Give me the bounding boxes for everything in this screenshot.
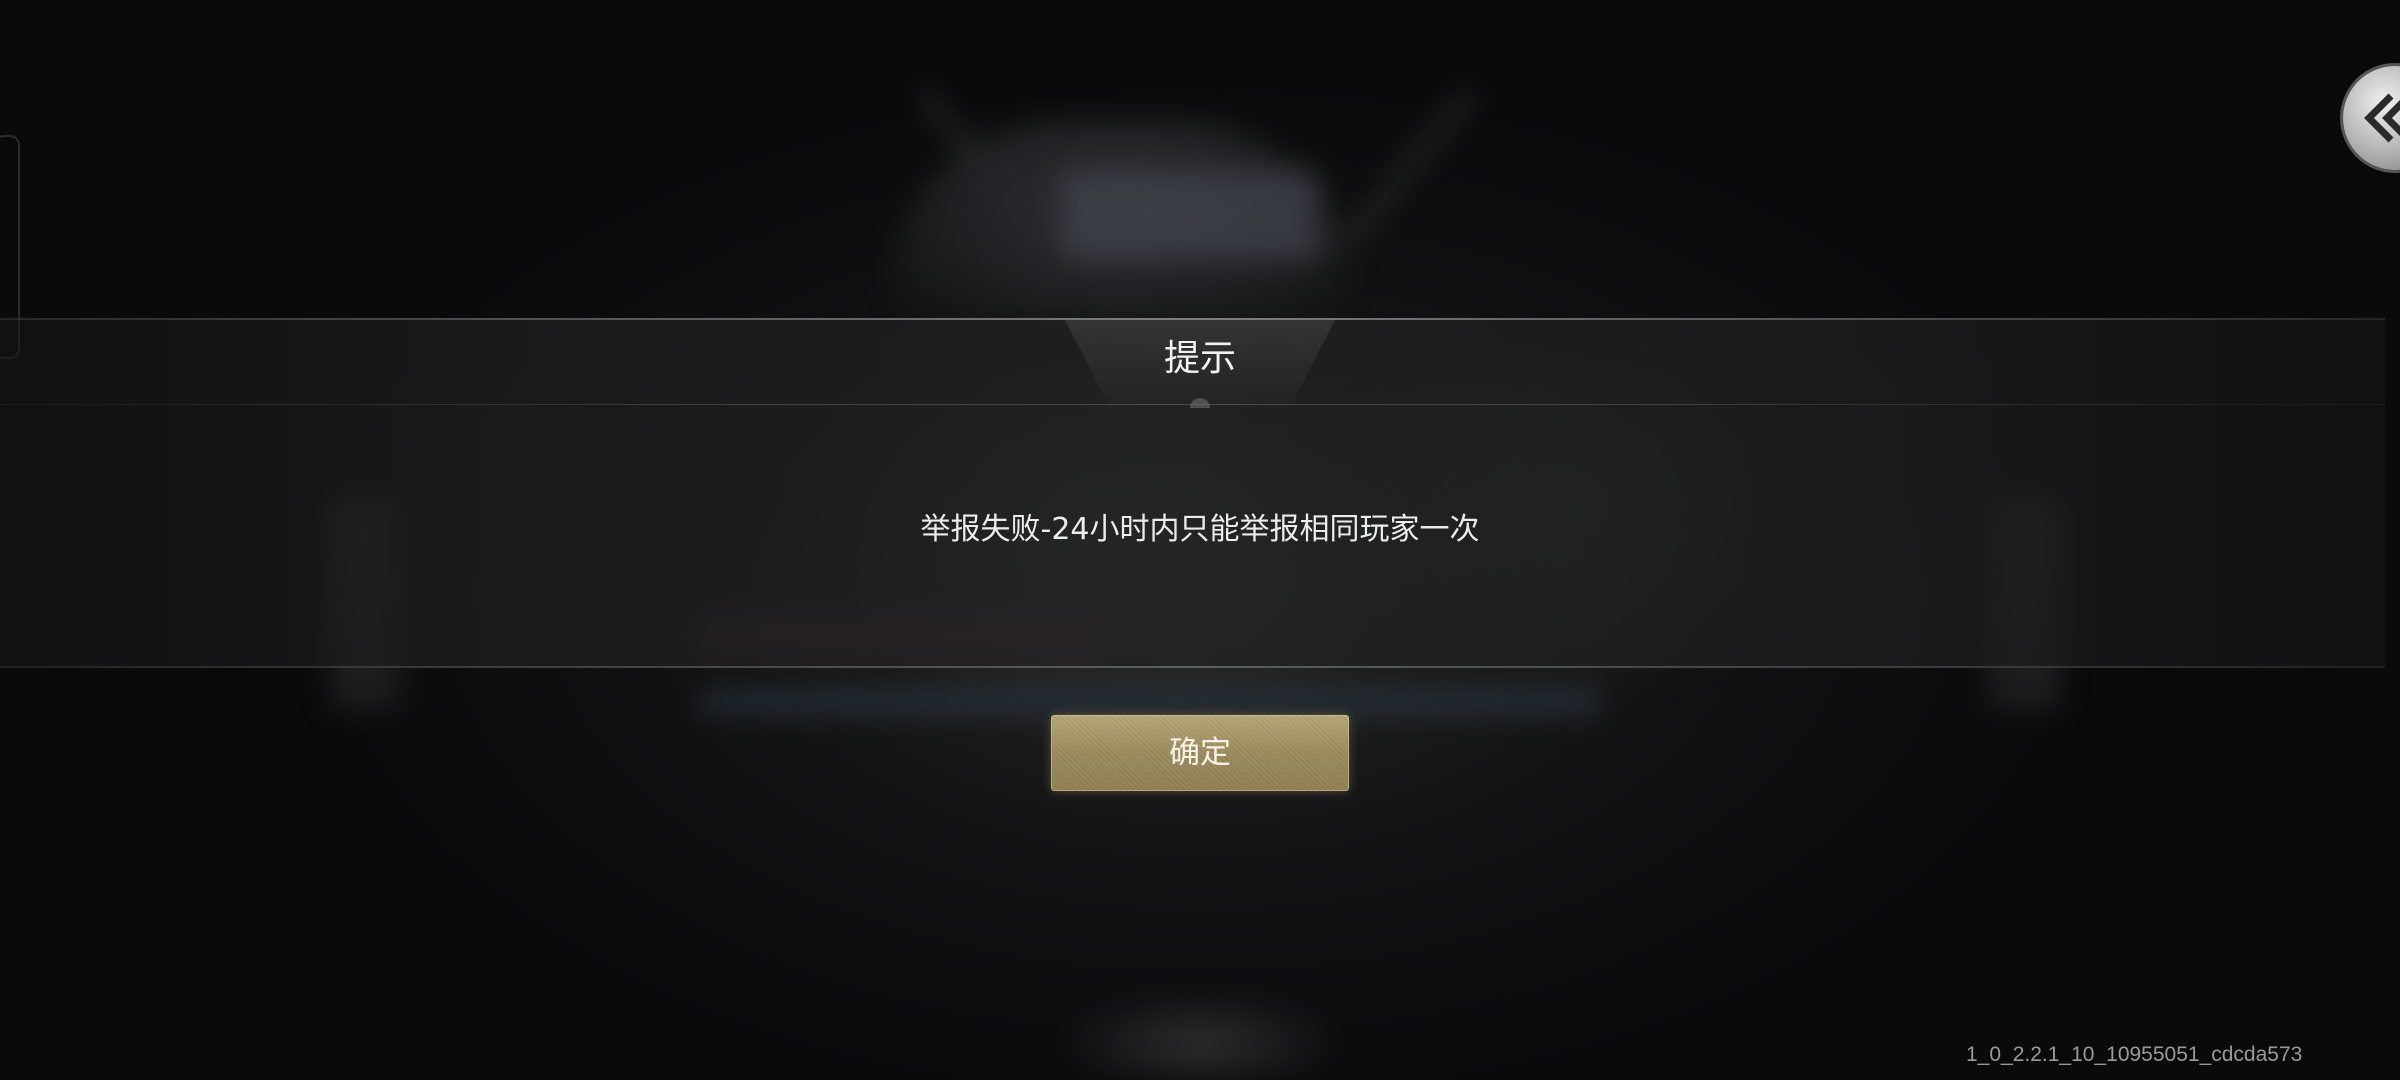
dialog-top-divider: [0, 318, 2385, 320]
background-bottom-glow: [1050, 990, 1350, 1080]
confirm-button[interactable]: 确定: [1051, 715, 1349, 791]
background-blue-bar: [700, 690, 1600, 714]
game-screen: 提示 举报失败-24小时内只能举报相同玩家一次 确定 1_0_2.2.1_10_…: [0, 0, 2400, 1080]
notice-dialog: 提示 举报失败-24小时内只能举报相同玩家一次: [0, 318, 2385, 668]
background-sword-right: [1337, 88, 1477, 252]
dialog-bottom-divider: [0, 666, 2385, 668]
dialog-message: 举报失败-24小时内只能举报相同玩家一次: [920, 512, 1480, 547]
dialog-header-divider: [0, 404, 2385, 405]
double-chevron-left-icon: [2364, 93, 2400, 143]
version-label: 1_0_2.2.1_10_10955051_cdcda573: [1966, 1043, 2303, 1066]
confirm-button-label: 确定: [1169, 735, 1231, 771]
background-emblem-banner: [1060, 170, 1320, 260]
dialog-title: 提示: [1163, 338, 1236, 379]
